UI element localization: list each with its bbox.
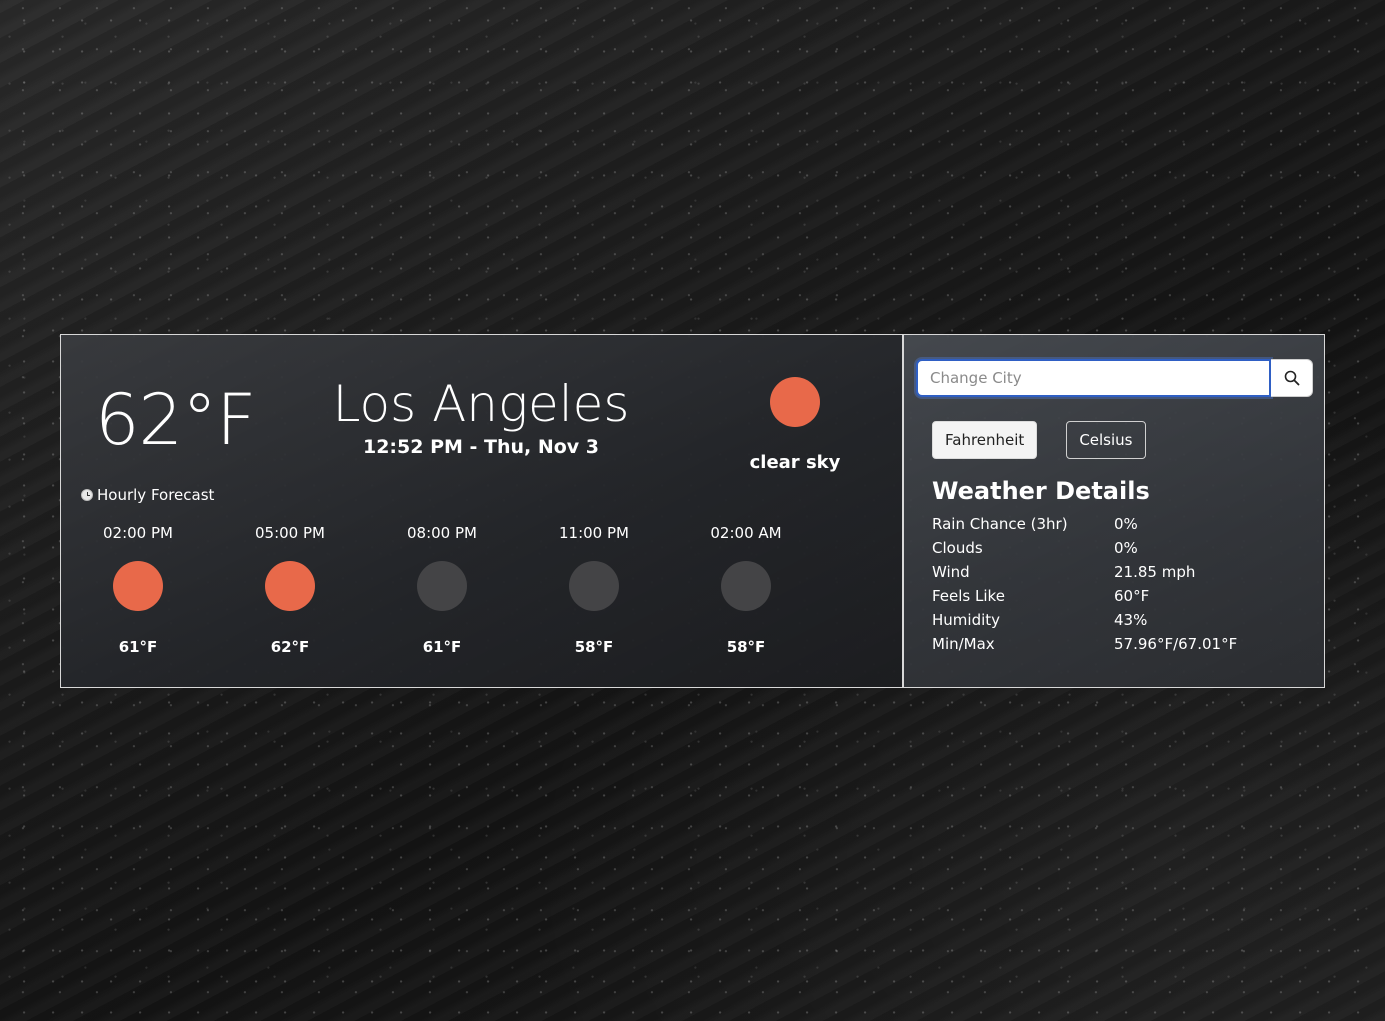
- details-panel: Fahrenheit Celsius Weather Details Rain …: [903, 334, 1325, 688]
- detail-row-wind: Wind 21.85 mph: [932, 560, 1237, 584]
- current-datetime: 12:52 PM - Thu, Nov 3: [362, 436, 600, 458]
- hourly-forecast-label: Hourly Forecast: [97, 486, 215, 504]
- current-temperature: 62°F: [95, 379, 256, 461]
- hourly-temp: 61°F: [118, 638, 158, 656]
- moon-icon: [721, 561, 771, 611]
- detail-row-rain-chance: Rain Chance (3hr) 0%: [932, 512, 1237, 536]
- detail-value: 57.96°F/67.01°F: [1114, 635, 1238, 653]
- detail-label: Feels Like: [932, 587, 1005, 605]
- hourly-item: 05:00 PM 62°F: [244, 523, 396, 657]
- city-search-input[interactable]: [916, 359, 1271, 397]
- unit-toggle: Fahrenheit Celsius: [932, 421, 1146, 459]
- hourly-temp: 62°F: [270, 638, 310, 656]
- detail-row-clouds: Clouds 0%: [932, 536, 1237, 560]
- hourly-time: 08:00 PM: [407, 524, 477, 542]
- condition-text: clear sky: [749, 452, 841, 473]
- celsius-button[interactable]: Celsius: [1066, 421, 1146, 459]
- detail-row-humidity: Humidity 43%: [932, 608, 1237, 632]
- detail-row-feels-like: Feels Like 60°F: [932, 584, 1237, 608]
- hourly-temp: 58°F: [574, 638, 614, 656]
- detail-row-min-max: Min/Max 57.96°F/67.01°F: [932, 632, 1237, 656]
- current-weather-panel: 62°F Los Angeles 12:52 PM - Thu, Nov 3 c…: [60, 334, 903, 688]
- weather-details-table: Rain Chance (3hr) 0% Clouds 0% Wind 21.8…: [932, 512, 1237, 656]
- hourly-item: 08:00 PM 61°F: [396, 523, 548, 657]
- city-search: [916, 359, 1313, 397]
- search-button[interactable]: [1271, 359, 1313, 397]
- detail-label: Humidity: [932, 611, 1001, 629]
- detail-value: 43%: [1114, 611, 1148, 629]
- hourly-temp: 61°F: [422, 638, 462, 656]
- hourly-time: 02:00 AM: [710, 524, 782, 542]
- detail-label: Clouds: [932, 539, 983, 557]
- hourly-time: 11:00 PM: [559, 524, 629, 542]
- hourly-forecast-list: 02:00 PM 61°F 05:00 PM 62°F 08:00 PM 61°…: [92, 523, 852, 657]
- hourly-item: 02:00 AM 58°F: [700, 523, 852, 657]
- search-icon: [1284, 370, 1299, 386]
- detail-value: 0%: [1114, 515, 1138, 533]
- weather-details-title: Weather Details: [932, 477, 1150, 505]
- clock-icon: [81, 489, 93, 501]
- fahrenheit-button[interactable]: Fahrenheit: [932, 421, 1038, 459]
- detail-value: 21.85 mph: [1114, 563, 1196, 581]
- city-name: Los Angeles: [332, 375, 630, 433]
- moon-icon: [569, 561, 619, 611]
- detail-label: Wind: [932, 563, 970, 581]
- detail-value: 0%: [1114, 539, 1138, 557]
- hourly-item: 02:00 PM 61°F: [92, 523, 244, 657]
- sun-icon: [113, 561, 163, 611]
- detail-label: Min/Max: [932, 635, 995, 653]
- hourly-forecast-heading: Hourly Forecast: [81, 485, 214, 505]
- sun-icon: [770, 377, 820, 427]
- hourly-time: 02:00 PM: [103, 524, 173, 542]
- hourly-item: 11:00 PM 58°F: [548, 523, 700, 657]
- detail-label: Rain Chance (3hr): [932, 515, 1068, 533]
- detail-value: 60°F: [1114, 587, 1150, 605]
- hourly-time: 05:00 PM: [255, 524, 325, 542]
- sun-icon: [265, 561, 315, 611]
- hourly-temp: 58°F: [726, 638, 766, 656]
- weather-widget: 62°F Los Angeles 12:52 PM - Thu, Nov 3 c…: [60, 334, 1325, 688]
- moon-icon: [417, 561, 467, 611]
